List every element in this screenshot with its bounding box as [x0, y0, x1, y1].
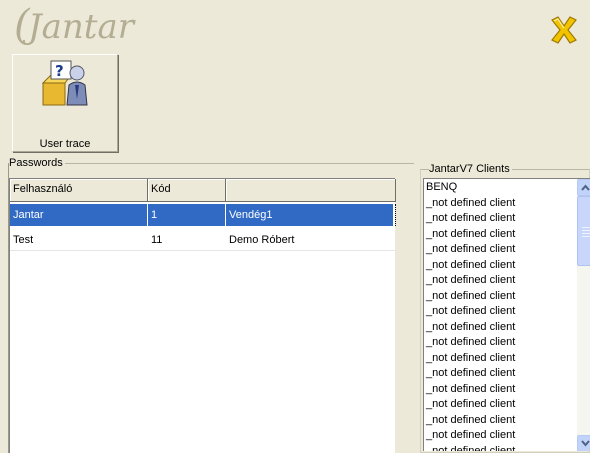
list-item[interactable]: _not defined client	[426, 289, 576, 305]
cell-name: Vendég1	[226, 204, 394, 226]
scroll-up-button[interactable]	[577, 179, 590, 196]
list-item[interactable]: _not defined client	[426, 351, 576, 367]
cell-name: Demo Róbert	[229, 234, 295, 246]
list-item[interactable]: _not defined client	[426, 227, 576, 243]
list-item[interactable]: _not defined client	[426, 258, 576, 274]
list-item[interactable]: _not defined client	[426, 320, 576, 336]
list-item[interactable]: _not defined client	[426, 196, 576, 212]
column-header-name[interactable]	[226, 179, 396, 202]
x-close-icon[interactable]	[548, 14, 580, 46]
jantar-logo: ( Jantar	[12, 0, 172, 48]
list-item[interactable]: _not defined client	[426, 335, 576, 351]
cell-user: Jantar	[10, 204, 148, 226]
scroll-thumb[interactable]	[577, 196, 590, 266]
logo-text: Jantar	[22, 7, 136, 47]
column-header-user[interactable]: Felhasználó	[10, 179, 148, 202]
list-item[interactable]: _not defined client	[426, 413, 576, 429]
chevron-up-icon	[581, 184, 590, 191]
user-trace-label: User trace	[39, 138, 91, 150]
svg-text:?: ?	[55, 62, 64, 80]
list-item[interactable]: _not defined client	[426, 428, 576, 444]
passwords-legend: Passwords	[9, 157, 65, 169]
column-header-code[interactable]: Kód	[148, 179, 226, 202]
list-item[interactable]: _not defined client	[426, 397, 576, 413]
passwords-grid[interactable]: Felhasználó Kód Jantar 1 Vendég1 Test 11…	[9, 178, 396, 453]
clients-items: BENQ _not defined client _not defined clie…	[426, 180, 576, 451]
vertical-scrollbar[interactable]	[577, 179, 590, 451]
clients-listbox[interactable]: BENQ _not defined client _not defined clie…	[423, 178, 590, 451]
table-row[interactable]: Test 11 Demo Róbert	[10, 229, 396, 251]
clients-legend: JantarV7 Clients	[429, 163, 512, 175]
list-item[interactable]: _not defined client	[426, 211, 576, 227]
chevron-down-icon	[581, 440, 590, 447]
cell-user: Test	[13, 234, 34, 246]
scroll-down-button[interactable]	[577, 435, 590, 451]
list-item[interactable]: _not defined client	[426, 444, 576, 452]
list-item[interactable]: _not defined client	[426, 366, 576, 382]
list-item[interactable]: _not defined client	[426, 304, 576, 320]
list-item[interactable]: BENQ	[426, 180, 576, 196]
user-trace-button[interactable]: ? User trace	[12, 54, 118, 152]
cell-code: 1	[148, 204, 226, 226]
list-item[interactable]: _not defined client	[426, 382, 576, 398]
cell-code: 11	[151, 234, 163, 246]
table-row[interactable]: Jantar 1 Vendég1	[10, 204, 396, 226]
list-item[interactable]: _not defined client	[426, 242, 576, 258]
list-item[interactable]: _not defined client	[426, 273, 576, 289]
help-user-icon: ?	[41, 59, 91, 111]
